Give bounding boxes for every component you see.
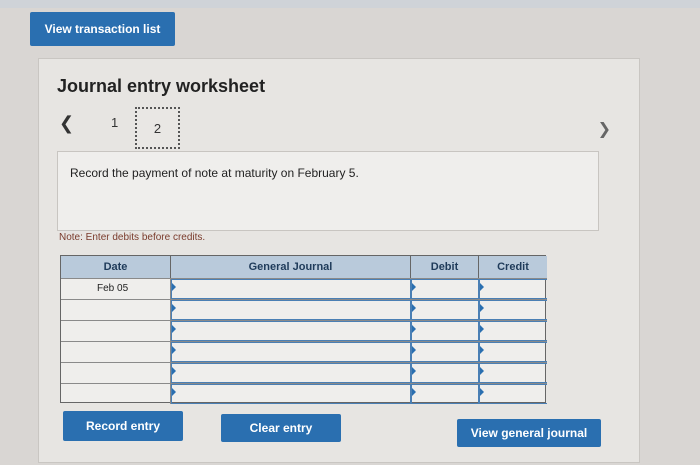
chevron-left-icon[interactable]: ❮ [59, 113, 74, 134]
page-1-tab[interactable]: 1 [111, 115, 118, 130]
worksheet-title: Journal entry worksheet [57, 76, 266, 96]
journal-cell[interactable] [171, 384, 411, 404]
record-entry-button[interactable]: Record entry [63, 411, 183, 441]
dropdown-indicator-icon [412, 367, 416, 375]
credit-cell[interactable] [479, 342, 547, 362]
table-row [61, 299, 547, 320]
date-cell[interactable]: Feb 05 [61, 279, 171, 299]
date-cell[interactable] [61, 321, 171, 341]
dropdown-indicator-icon [172, 367, 176, 375]
journal-cell[interactable] [171, 321, 411, 341]
table-row [61, 320, 547, 341]
top-bar [0, 0, 700, 8]
header-debit: Debit [411, 256, 479, 278]
dropdown-indicator-icon [172, 325, 176, 333]
journal-cell[interactable] [171, 279, 411, 299]
dropdown-indicator-icon [172, 346, 176, 354]
dropdown-indicator-icon [412, 304, 416, 312]
dropdown-indicator-icon [172, 283, 176, 291]
dropdown-indicator-icon [480, 346, 484, 354]
dropdown-indicator-icon [480, 283, 484, 291]
journal-entry-worksheet: Journal entry worksheet ❮ 1 2 ❯ Record t… [38, 58, 640, 463]
note-text: Note: Enter debits before credits. [59, 232, 206, 243]
credit-cell[interactable] [479, 300, 547, 320]
journal-cell[interactable] [171, 300, 411, 320]
debit-cell[interactable] [411, 279, 479, 299]
debit-cell[interactable] [411, 363, 479, 383]
journal-cell[interactable] [171, 342, 411, 362]
view-transaction-list-button[interactable]: View transaction list [30, 12, 175, 46]
header-credit: Credit [479, 256, 547, 278]
dropdown-indicator-icon [412, 325, 416, 333]
dropdown-indicator-icon [412, 388, 416, 396]
instruction-box: Record the payment of note at maturity o… [57, 151, 599, 231]
view-general-journal-button[interactable]: View general journal [457, 419, 601, 447]
dropdown-indicator-icon [412, 346, 416, 354]
chevron-right-icon[interactable]: ❯ [598, 119, 611, 138]
dropdown-indicator-icon [480, 325, 484, 333]
table-row [61, 341, 547, 362]
dropdown-indicator-icon [480, 367, 484, 375]
credit-cell[interactable] [479, 363, 547, 383]
dropdown-indicator-icon [412, 283, 416, 291]
header-general-journal: General Journal [171, 256, 411, 278]
dropdown-indicator-icon [480, 388, 484, 396]
dropdown-indicator-icon [172, 304, 176, 312]
header-date: Date [61, 256, 171, 278]
debit-cell[interactable] [411, 321, 479, 341]
table-row [61, 362, 547, 383]
credit-cell[interactable] [479, 279, 547, 299]
debit-cell[interactable] [411, 342, 479, 362]
date-cell[interactable] [61, 363, 171, 383]
credit-cell[interactable] [479, 384, 547, 404]
journal-table: Date General Journal Debit Credit Feb 05 [60, 255, 547, 404]
journal-cell[interactable] [171, 363, 411, 383]
table-row: Feb 05 [61, 278, 547, 299]
page-2-tab[interactable]: 2 [135, 107, 180, 149]
date-cell[interactable] [61, 384, 171, 404]
date-cell[interactable] [61, 342, 171, 362]
instruction-text: Record the payment of note at maturity o… [70, 166, 359, 180]
debit-cell[interactable] [411, 384, 479, 404]
clear-entry-button[interactable]: Clear entry [221, 414, 341, 442]
table-row [61, 383, 547, 404]
debit-cell[interactable] [411, 300, 479, 320]
dropdown-indicator-icon [172, 388, 176, 396]
page-2-label: 2 [153, 120, 162, 136]
date-cell[interactable] [61, 300, 171, 320]
dropdown-indicator-icon [480, 304, 484, 312]
credit-cell[interactable] [479, 321, 547, 341]
